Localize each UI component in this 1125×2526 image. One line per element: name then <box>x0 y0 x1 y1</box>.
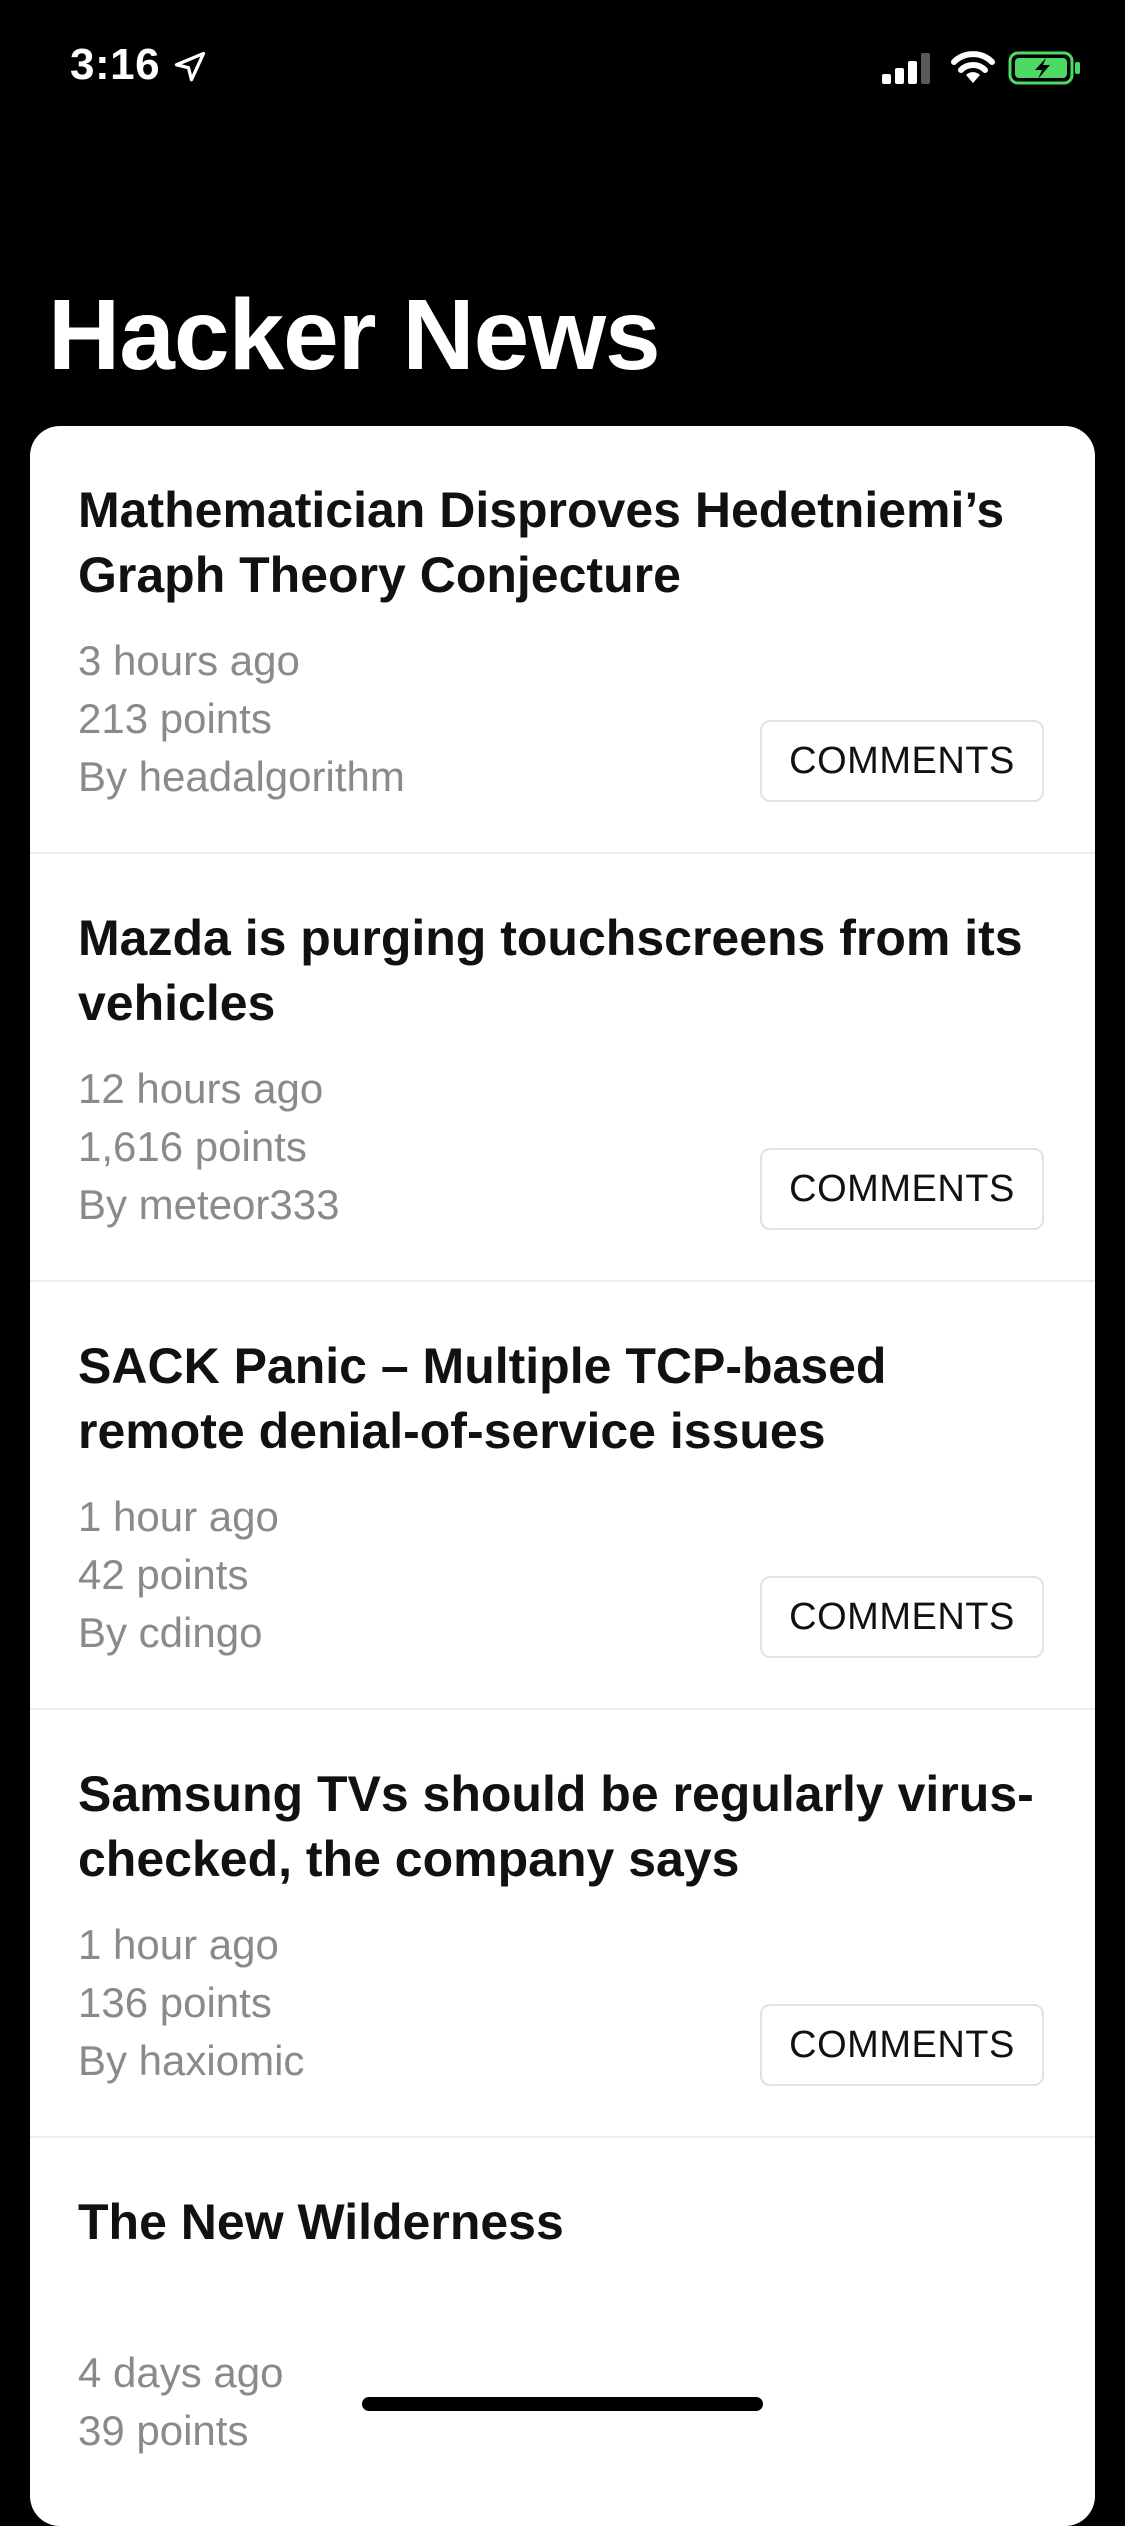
story-title[interactable]: Mathematician Disproves Hedetniemi’s Gra… <box>78 478 1058 608</box>
story-list[interactable]: Mathematician Disproves Hedetniemi’s Gra… <box>30 426 1095 2526</box>
story-points: 136 points <box>78 1979 272 2026</box>
story-title[interactable]: SACK Panic – Multiple TCP-based remote d… <box>78 1334 1058 1464</box>
story-meta: 1 hour ago 42 points By cdingo <box>78 1488 279 1662</box>
story-time: 1 hour ago <box>78 1493 279 1540</box>
story-points: 39 points <box>78 2407 249 2454</box>
story-points: 1,616 points <box>78 1123 307 1170</box>
status-time: 3:16 <box>70 40 161 89</box>
story-meta: 1 hour ago 136 points By haxiomic <box>78 1916 304 2090</box>
story-author: By cdingo <box>78 1609 263 1656</box>
story-author: By haxiomic <box>78 2037 305 2084</box>
story-title[interactable]: Samsung TVs should be regularly virus-ch… <box>78 1762 1058 1892</box>
location-arrow-icon <box>174 51 206 82</box>
status-bar: 3:16 <box>0 0 1125 140</box>
story-item[interactable]: Samsung TVs should be regularly virus-ch… <box>30 1710 1095 2138</box>
cellular-signal-icon <box>882 53 930 84</box>
story-author: By headalgorithm <box>78 753 405 800</box>
page-title: Hacker News <box>48 279 661 391</box>
story-time: 12 hours ago <box>78 1065 324 1112</box>
home-indicator[interactable] <box>362 2397 763 2411</box>
story-title[interactable]: The New Wilderness <box>78 2190 1058 2255</box>
comments-button[interactable]: COMMENTS <box>760 1148 1044 1230</box>
comments-button[interactable]: COMMENTS <box>760 2004 1044 2086</box>
wifi-icon <box>951 51 995 83</box>
story-meta: 4 days ago 39 points <box>78 2344 284 2460</box>
story-points: 42 points <box>78 1551 249 1598</box>
story-item[interactable]: Mathematician Disproves Hedetniemi’s Gra… <box>30 426 1095 854</box>
story-author: By meteor333 <box>78 1181 340 1228</box>
story-item[interactable]: The New Wilderness 4 days ago 39 points <box>30 2138 1095 2526</box>
story-points: 213 points <box>78 695 272 742</box>
story-item[interactable]: SACK Panic – Multiple TCP-based remote d… <box>30 1282 1095 1710</box>
story-item[interactable]: Mazda is purging touchscreens from its v… <box>30 854 1095 1282</box>
battery-charging-icon <box>1008 51 1080 85</box>
story-meta: 3 hours ago 213 points By headalgorithm <box>78 632 405 806</box>
story-time: 1 hour ago <box>78 1921 279 1968</box>
story-time: 4 days ago <box>78 2349 284 2396</box>
story-meta: 12 hours ago 1,616 points By meteor333 <box>78 1060 339 1234</box>
comments-button[interactable]: COMMENTS <box>760 720 1044 802</box>
story-time: 3 hours ago <box>78 637 300 684</box>
story-title[interactable]: Mazda is purging touchscreens from its v… <box>78 906 1058 1036</box>
comments-button[interactable]: COMMENTS <box>760 1576 1044 1658</box>
